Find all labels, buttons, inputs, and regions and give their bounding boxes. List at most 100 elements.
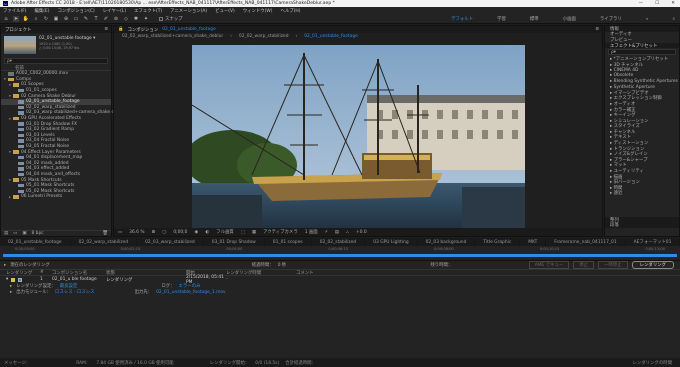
log-value[interactable]: エラーのみ xyxy=(179,283,201,289)
timeline-tab[interactable]: 02_03 background xyxy=(418,238,476,246)
camera-tool-icon[interactable]: ▣ xyxy=(53,16,59,22)
brush-tool-icon[interactable]: ✐ xyxy=(103,16,109,22)
render-checkbox[interactable] xyxy=(18,277,23,282)
pan-behind-tool-icon[interactable]: ⊕ xyxy=(63,16,69,22)
menu-animation[interactable]: アニメーション(A) xyxy=(170,8,207,14)
flowchart-icon[interactable]: ⛬ xyxy=(346,229,349,235)
timeline-tab[interactable]: 01_01 scopes xyxy=(265,238,312,246)
new-comp-icon[interactable]: ▣ xyxy=(22,231,26,236)
snapshot-icon[interactable]: ◉ xyxy=(194,230,198,235)
project-search-input[interactable]: ρ▾ xyxy=(4,58,108,64)
timeline-tab[interactable]: 02_03_warp_stabilized xyxy=(137,238,204,246)
views-select[interactable]: 1 画面 xyxy=(305,229,318,235)
transparency-grid-icon[interactable]: ▦ xyxy=(252,230,256,235)
effect-category[interactable]: ▸ 遠近 xyxy=(605,191,679,196)
timeline-icon[interactable]: ▤ xyxy=(335,230,339,235)
breadcrumb-item[interactable]: 02_02_warp_stabilized xyxy=(239,34,289,39)
expand-arrow-icon[interactable]: ▸ xyxy=(10,290,12,295)
show-channel-icon[interactable]: ◐ xyxy=(205,230,209,235)
trash-icon[interactable]: 🗑 xyxy=(102,231,111,236)
queue-in-ame-button[interactable]: AME でキュー xyxy=(528,261,570,269)
preview-comp-name[interactable]: 02_01_unstable footage ▾ xyxy=(39,36,95,41)
col-render[interactable]: レンダリング xyxy=(0,270,40,276)
zoom-tool-icon[interactable]: ⌕ xyxy=(33,16,39,22)
menu-view[interactable]: ビュー(V) xyxy=(215,8,235,14)
home-icon[interactable]: ⌂ xyxy=(3,16,9,22)
expand-arrow-icon[interactable]: ▸ xyxy=(4,263,6,268)
effect-category[interactable]: ▸ Blending Synthetic Apertures xyxy=(605,79,679,85)
roto-brush-icon[interactable]: ✱ xyxy=(133,16,139,22)
col-comp-name[interactable]: コンポジション名 xyxy=(52,270,106,276)
clone-stamp-icon[interactable]: ⊚ xyxy=(113,16,119,22)
timeline-tab[interactable]: Title Graphic xyxy=(475,238,521,246)
output-to-value[interactable]: 02_01_unstable_footage_1.mov xyxy=(156,290,226,295)
active-comp-name[interactable]: 02_01_unstable_footage xyxy=(162,27,216,32)
quality-select[interactable]: フル画質 xyxy=(216,229,234,235)
search-help-icon[interactable]: ⌕ xyxy=(673,16,675,22)
region-of-interest-icon[interactable]: ⬚ xyxy=(241,230,245,235)
panel-menu-icon[interactable]: ≡ xyxy=(595,27,602,32)
pause-button[interactable]: 一時停止 xyxy=(598,261,628,269)
workspace-standard[interactable]: 標準 xyxy=(530,16,539,22)
eraser-tool-icon[interactable]: ◇ xyxy=(123,16,129,22)
paragraph-panel-header[interactable]: 段落 xyxy=(605,222,679,228)
project-panel-title[interactable]: プロジェクト xyxy=(5,27,31,33)
maximize-icon[interactable]: ☐ xyxy=(655,1,659,6)
menu-edit[interactable]: 編集(E) xyxy=(35,8,50,14)
workspace-libraries[interactable]: ライブラリ xyxy=(600,16,622,22)
interpret-footage-icon[interactable]: ▤ xyxy=(4,231,8,236)
menu-file[interactable]: ファイル(F) xyxy=(3,8,27,14)
timecode-display[interactable]: 0;00;0 xyxy=(173,230,187,235)
timeline-tab[interactable]: AEフォーマット01 xyxy=(626,238,680,246)
menu-help[interactable]: ヘルプ(H) xyxy=(280,8,300,14)
col-number[interactable]: # xyxy=(40,270,52,275)
menu-composition[interactable]: コンポジション(C) xyxy=(58,8,95,14)
mask-visibility-icon[interactable]: ▢ xyxy=(162,230,166,235)
new-folder-icon[interactable]: ▭ xyxy=(13,231,17,236)
exposure-value[interactable]: +0.0 xyxy=(356,230,367,235)
safe-margins-icon[interactable]: ⊞ xyxy=(152,230,156,235)
rectangle-tool-icon[interactable]: ▭ xyxy=(73,16,79,22)
menu-layer[interactable]: レイヤー(L) xyxy=(103,8,126,14)
timeline-tab[interactable]: Framerame_nab_041117_01 xyxy=(546,238,626,246)
timeline-tab[interactable]: 02_01_unstable_footage xyxy=(0,238,71,246)
camera-select[interactable]: アクティブカメラ xyxy=(263,229,298,235)
timeline-tab[interactable]: 03_01 Drop Shadow xyxy=(204,238,265,246)
composition-canvas[interactable] xyxy=(192,45,525,233)
hand-tool-icon[interactable]: ✋ xyxy=(23,16,29,22)
bit-depth[interactable]: 8 bpc xyxy=(31,231,43,236)
expand-arrow-icon[interactable]: ▸ xyxy=(10,284,12,289)
workspace-more-icon[interactable]: » xyxy=(646,17,649,22)
always-preview-icon[interactable]: ▭ xyxy=(118,230,122,235)
menu-effect[interactable]: エフェクト(T) xyxy=(134,8,162,14)
expand-arrow-icon[interactable]: ▾ xyxy=(6,277,8,282)
snapping-toggle[interactable]: スナップ xyxy=(159,16,183,22)
close-icon[interactable]: ✕ xyxy=(671,1,675,6)
workspace-learn[interactable]: 学習 xyxy=(497,16,506,22)
type-tool-icon[interactable]: T xyxy=(93,16,99,22)
breadcrumb-item[interactable]: 02_02_warp_stabilized+camera_shake_deblu… xyxy=(122,34,223,39)
zoom-select[interactable]: 36.6 % xyxy=(129,230,144,235)
snap-checkbox-icon[interactable] xyxy=(159,16,163,21)
pen-tool-icon[interactable]: ✎ xyxy=(83,16,89,22)
col-comment[interactable]: コメント xyxy=(296,270,314,276)
timeline-tab[interactable]: 02_02_warp_stabilized xyxy=(71,238,138,246)
output-module-value[interactable]: ロスレス - ロスレス xyxy=(55,289,95,295)
fast-preview-icon[interactable]: ⚡ xyxy=(325,230,328,235)
menu-window[interactable]: ウィンドウ(W) xyxy=(243,8,273,14)
rotate-tool-icon[interactable]: ↻ xyxy=(43,16,49,22)
breadcrumb-item-active[interactable]: 02_01_unstable_footage xyxy=(304,34,358,39)
column-name[interactable]: 名前 xyxy=(15,65,24,71)
stop-button[interactable]: 停止 xyxy=(573,261,595,269)
col-render-time[interactable]: レンダリング時間 xyxy=(226,270,296,276)
project-tree-item[interactable]: ▸ 06 Lumetri Presets xyxy=(1,194,111,200)
selection-tool-icon[interactable]: ➤ xyxy=(13,15,19,22)
workspace-default[interactable]: デフォルト xyxy=(451,16,473,22)
panel-menu-icon[interactable]: ≡ xyxy=(104,27,111,32)
render-queue-item[interactable]: ▾ 1 02_01_u ble footage レンダリング 2/15/2018… xyxy=(0,275,680,285)
timeline-tab[interactable]: 02_02_stabilized xyxy=(312,238,366,246)
effects-search-input[interactable]: ρ▾ xyxy=(608,49,676,56)
puppet-tool-icon[interactable]: ✦ xyxy=(143,16,149,22)
minimize-icon[interactable]: — xyxy=(639,1,644,6)
workspace-small[interactable]: 小画面 xyxy=(563,16,576,22)
